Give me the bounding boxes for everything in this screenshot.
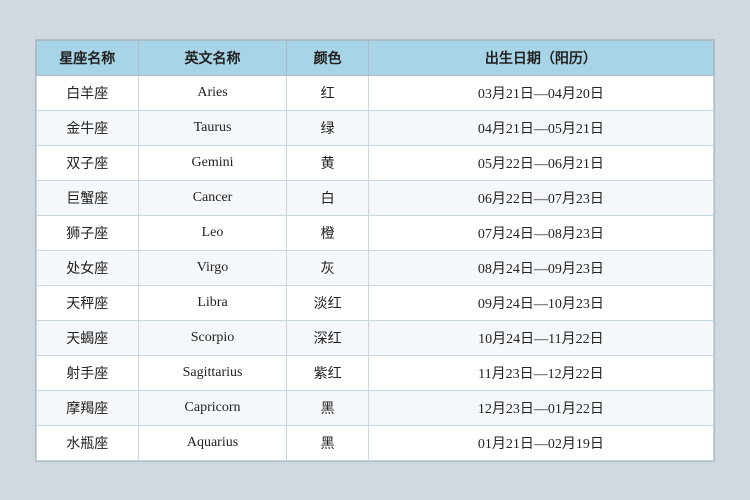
cell-chinese: 水瓶座 [37, 425, 139, 460]
cell-chinese: 摩羯座 [37, 390, 139, 425]
cell-chinese: 狮子座 [37, 215, 139, 250]
table-row: 处女座Virgo灰08月24日—09月23日 [37, 250, 714, 285]
cell-date: 05月22日—06月21日 [368, 145, 713, 180]
table-row: 摩羯座Capricorn黑12月23日—01月22日 [37, 390, 714, 425]
cell-color: 紫红 [287, 355, 368, 390]
cell-english: Virgo [138, 250, 287, 285]
cell-english: Cancer [138, 180, 287, 215]
cell-color: 淡红 [287, 285, 368, 320]
cell-color: 橙 [287, 215, 368, 250]
cell-chinese: 白羊座 [37, 75, 139, 110]
table-header-row: 星座名称 英文名称 颜色 出生日期（阳历） [37, 40, 714, 75]
cell-color: 黑 [287, 425, 368, 460]
table-row: 天蝎座Scorpio深红10月24日—11月22日 [37, 320, 714, 355]
cell-chinese: 天蝎座 [37, 320, 139, 355]
cell-color: 绿 [287, 110, 368, 145]
cell-date: 06月22日—07月23日 [368, 180, 713, 215]
cell-color: 白 [287, 180, 368, 215]
cell-english: Leo [138, 215, 287, 250]
cell-chinese: 天秤座 [37, 285, 139, 320]
cell-chinese: 处女座 [37, 250, 139, 285]
cell-color: 深红 [287, 320, 368, 355]
table-row: 金牛座Taurus绿04月21日—05月21日 [37, 110, 714, 145]
table-row: 狮子座Leo橙07月24日—08月23日 [37, 215, 714, 250]
cell-color: 红 [287, 75, 368, 110]
cell-english: Scorpio [138, 320, 287, 355]
table-row: 白羊座Aries红03月21日—04月20日 [37, 75, 714, 110]
cell-chinese: 双子座 [37, 145, 139, 180]
cell-english: Aquarius [138, 425, 287, 460]
cell-english: Aries [138, 75, 287, 110]
cell-date: 08月24日—09月23日 [368, 250, 713, 285]
cell-date: 01月21日—02月19日 [368, 425, 713, 460]
cell-date: 12月23日—01月22日 [368, 390, 713, 425]
cell-english: Capricorn [138, 390, 287, 425]
cell-date: 04月21日—05月21日 [368, 110, 713, 145]
header-chinese: 星座名称 [37, 40, 139, 75]
table-row: 巨蟹座Cancer白06月22日—07月23日 [37, 180, 714, 215]
cell-color: 黄 [287, 145, 368, 180]
header-english: 英文名称 [138, 40, 287, 75]
table-row: 天秤座Libra淡红09月24日—10月23日 [37, 285, 714, 320]
zodiac-table: 星座名称 英文名称 颜色 出生日期（阳历） 白羊座Aries红03月21日—04… [36, 40, 714, 461]
cell-date: 11月23日—12月22日 [368, 355, 713, 390]
table-row: 射手座Sagittarius紫红11月23日—12月22日 [37, 355, 714, 390]
cell-chinese: 射手座 [37, 355, 139, 390]
cell-english: Gemini [138, 145, 287, 180]
header-date: 出生日期（阳历） [368, 40, 713, 75]
cell-english: Libra [138, 285, 287, 320]
table-row: 双子座Gemini黄05月22日—06月21日 [37, 145, 714, 180]
cell-chinese: 金牛座 [37, 110, 139, 145]
cell-chinese: 巨蟹座 [37, 180, 139, 215]
cell-color: 灰 [287, 250, 368, 285]
cell-english: Taurus [138, 110, 287, 145]
cell-date: 10月24日—11月22日 [368, 320, 713, 355]
header-color: 颜色 [287, 40, 368, 75]
cell-color: 黑 [287, 390, 368, 425]
cell-date: 03月21日—04月20日 [368, 75, 713, 110]
cell-date: 07月24日—08月23日 [368, 215, 713, 250]
zodiac-table-container: 星座名称 英文名称 颜色 出生日期（阳历） 白羊座Aries红03月21日—04… [35, 39, 715, 462]
table-row: 水瓶座Aquarius黑01月21日—02月19日 [37, 425, 714, 460]
cell-english: Sagittarius [138, 355, 287, 390]
cell-date: 09月24日—10月23日 [368, 285, 713, 320]
